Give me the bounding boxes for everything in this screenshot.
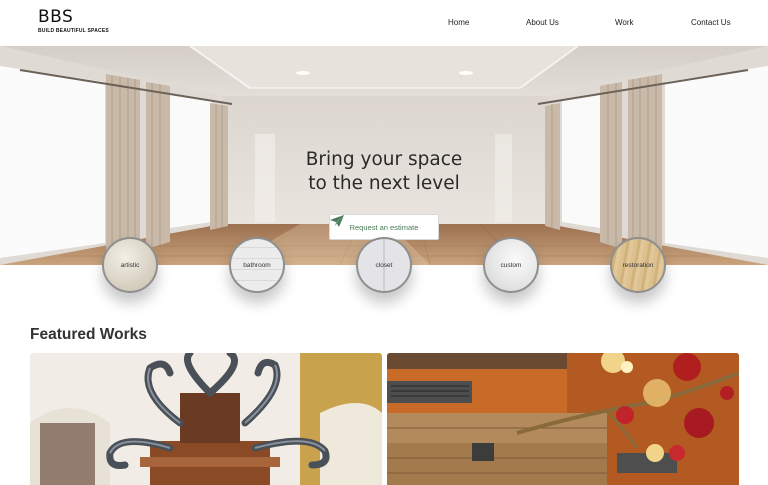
category-label: custom	[500, 261, 522, 269]
nav-home[interactable]: Home	[448, 18, 469, 27]
paper-plane-icon	[330, 215, 344, 227]
category-bathroom[interactable]: bathroom	[229, 237, 285, 293]
interior-decor-image	[387, 353, 739, 485]
category-closet[interactable]: closet	[356, 237, 412, 293]
nav-contact-us[interactable]: Contact Us	[691, 18, 731, 27]
site-header: BBS BUILD BEAUTIFUL SPACES Home About Us…	[0, 0, 768, 46]
featured-work-interior[interactable]	[387, 353, 739, 485]
ironwork-lantern-image	[30, 353, 382, 485]
request-estimate-label: Request an estimate	[349, 222, 419, 232]
category-label: bathroom	[243, 261, 271, 269]
brand-logo[interactable]: BBS BUILD BEAUTIFUL SPACES	[38, 8, 109, 34]
brand-tagline: BUILD BEAUTIFUL SPACES	[38, 28, 109, 34]
category-label: restoration	[622, 261, 654, 269]
category-label: artistic	[120, 261, 140, 269]
category-label: closet	[375, 261, 393, 269]
brand-name: BBS	[38, 7, 74, 27]
hero-title: Bring your space to the next level	[305, 149, 463, 194]
featured-work-ironwork[interactable]	[30, 353, 382, 485]
nav-about-us[interactable]: About Us	[526, 18, 559, 27]
hero-banner: Bring your space to the next level Reque…	[0, 46, 768, 265]
category-custom[interactable]: custom	[483, 237, 539, 293]
featured-works-heading: Featured Works	[30, 326, 147, 343]
category-restoration[interactable]: restoration	[610, 237, 666, 293]
nav-work[interactable]: Work	[615, 18, 634, 27]
category-artistic[interactable]: artistic	[102, 237, 158, 293]
